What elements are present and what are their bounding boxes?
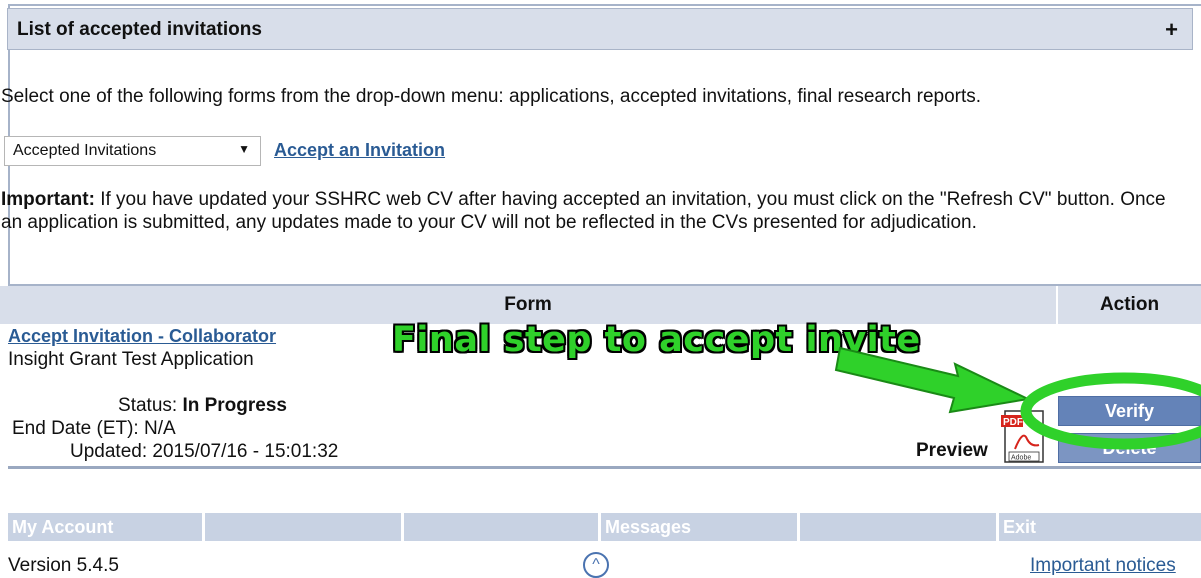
updated-value: 2015/07/16 - 15:01:32 xyxy=(152,441,339,462)
nav-messages[interactable]: Messages xyxy=(601,513,797,541)
pdf-icon[interactable]: PDF Adobe xyxy=(1001,409,1047,464)
back-to-top-icon[interactable]: ^ xyxy=(583,552,609,578)
status-label: Status: xyxy=(118,395,178,416)
nav-my-account[interactable]: My Account xyxy=(8,513,202,541)
panel-title: List of accepted invitations xyxy=(17,19,262,40)
end-date-value: N/A xyxy=(144,418,176,439)
instruction-text: Select one of the following forms from t… xyxy=(1,86,982,107)
verify-button[interactable]: Verify xyxy=(1058,396,1201,426)
preview-label: Preview xyxy=(916,440,988,461)
important-notices-link[interactable]: Important notices xyxy=(1030,555,1176,577)
nav-empty-2 xyxy=(205,513,401,541)
important-label: Important: xyxy=(1,189,95,210)
delete-button[interactable]: Delete xyxy=(1058,433,1201,463)
important-note: Important: If you have updated your SSHR… xyxy=(1,188,1186,234)
accept-invitation-link[interactable]: Accept an Invitation xyxy=(274,140,445,161)
nav-empty-3 xyxy=(404,513,598,541)
form-type-select[interactable]: Accepted Invitations ▼ xyxy=(4,136,261,166)
row-divider xyxy=(8,466,1201,469)
end-date-label: End Date (ET): xyxy=(12,418,139,439)
version-text: Version 5.4.5 xyxy=(8,555,119,576)
nav-empty-5 xyxy=(800,513,996,541)
end-date-line: End Date (ET): N/A xyxy=(12,418,176,440)
accept-invitation-collaborator-link[interactable]: Accept Invitation - Collaborator xyxy=(8,326,276,347)
svg-text:PDF: PDF xyxy=(1003,417,1023,428)
chevron-down-icon: ▼ xyxy=(238,142,250,156)
panel-header[interactable]: List of accepted invitations + xyxy=(7,8,1193,50)
column-header-action: Action xyxy=(1058,286,1201,324)
updated-label: Updated: xyxy=(70,441,148,462)
important-text: If you have updated your SSHRC web CV af… xyxy=(1,189,1166,233)
expand-toggle-icon[interactable]: + xyxy=(1165,17,1178,43)
annotation-text: Final step to accept invite xyxy=(392,320,921,360)
application-title: Insight Grant Test Application xyxy=(8,349,254,370)
svg-text:Adobe: Adobe xyxy=(1011,455,1031,462)
footer-nav: My Account Messages Exit xyxy=(8,513,1201,541)
status-value: In Progress xyxy=(182,395,287,416)
status-line: Status: In Progress xyxy=(118,395,287,417)
select-value: Accepted Invitations xyxy=(13,142,157,159)
column-header-form: Form xyxy=(0,286,1056,324)
nav-exit[interactable]: Exit xyxy=(999,513,1201,541)
updated-line: Updated: 2015/07/16 - 15:01:32 xyxy=(70,441,338,463)
